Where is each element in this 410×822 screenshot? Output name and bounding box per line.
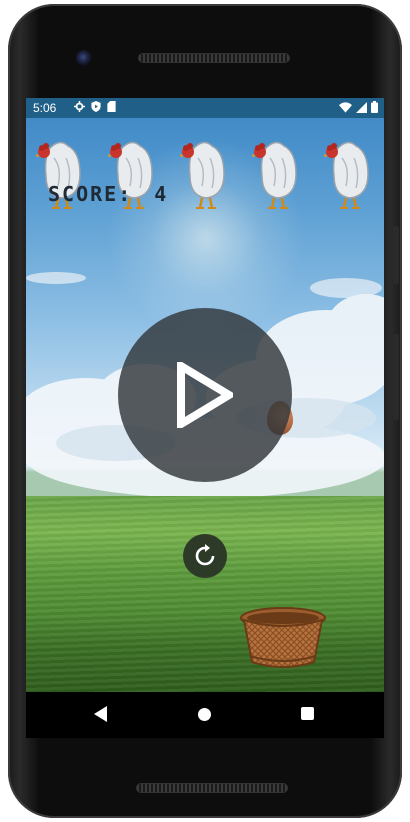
gear-icon (74, 101, 85, 112)
status-left-icons (74, 101, 116, 112)
play-protect-icon (91, 101, 101, 112)
home-icon[interactable] (198, 708, 211, 721)
restart-icon (195, 544, 215, 566)
restart-button[interactable] (183, 534, 227, 578)
score-display: SCORE: 4 (48, 182, 168, 206)
hen (324, 141, 369, 209)
status-bar: 5:06 (26, 98, 384, 118)
game-screen: 5:06 SCORE: 4 (26, 98, 384, 692)
play-icon (177, 362, 233, 428)
battery-icon (371, 101, 378, 113)
basket[interactable] (240, 606, 326, 670)
top-speaker (138, 53, 290, 63)
score-label: SCORE: (48, 182, 133, 206)
score-value: 4 (154, 182, 169, 206)
status-time: 5:06 (33, 101, 57, 115)
status-right-icons (339, 101, 378, 113)
hen (180, 141, 225, 209)
hen (252, 141, 297, 209)
power-button (393, 226, 399, 284)
play-button[interactable] (118, 308, 292, 482)
sd-card-icon (107, 101, 116, 112)
front-camera (76, 50, 92, 66)
signal-icon (356, 101, 367, 113)
grass-texture (26, 496, 384, 692)
wifi-icon (339, 101, 352, 113)
recents-icon[interactable] (301, 707, 314, 720)
volume-button (393, 334, 399, 420)
navigation-bar (26, 692, 384, 738)
bottom-speaker (136, 783, 288, 793)
back-icon[interactable] (94, 706, 108, 722)
